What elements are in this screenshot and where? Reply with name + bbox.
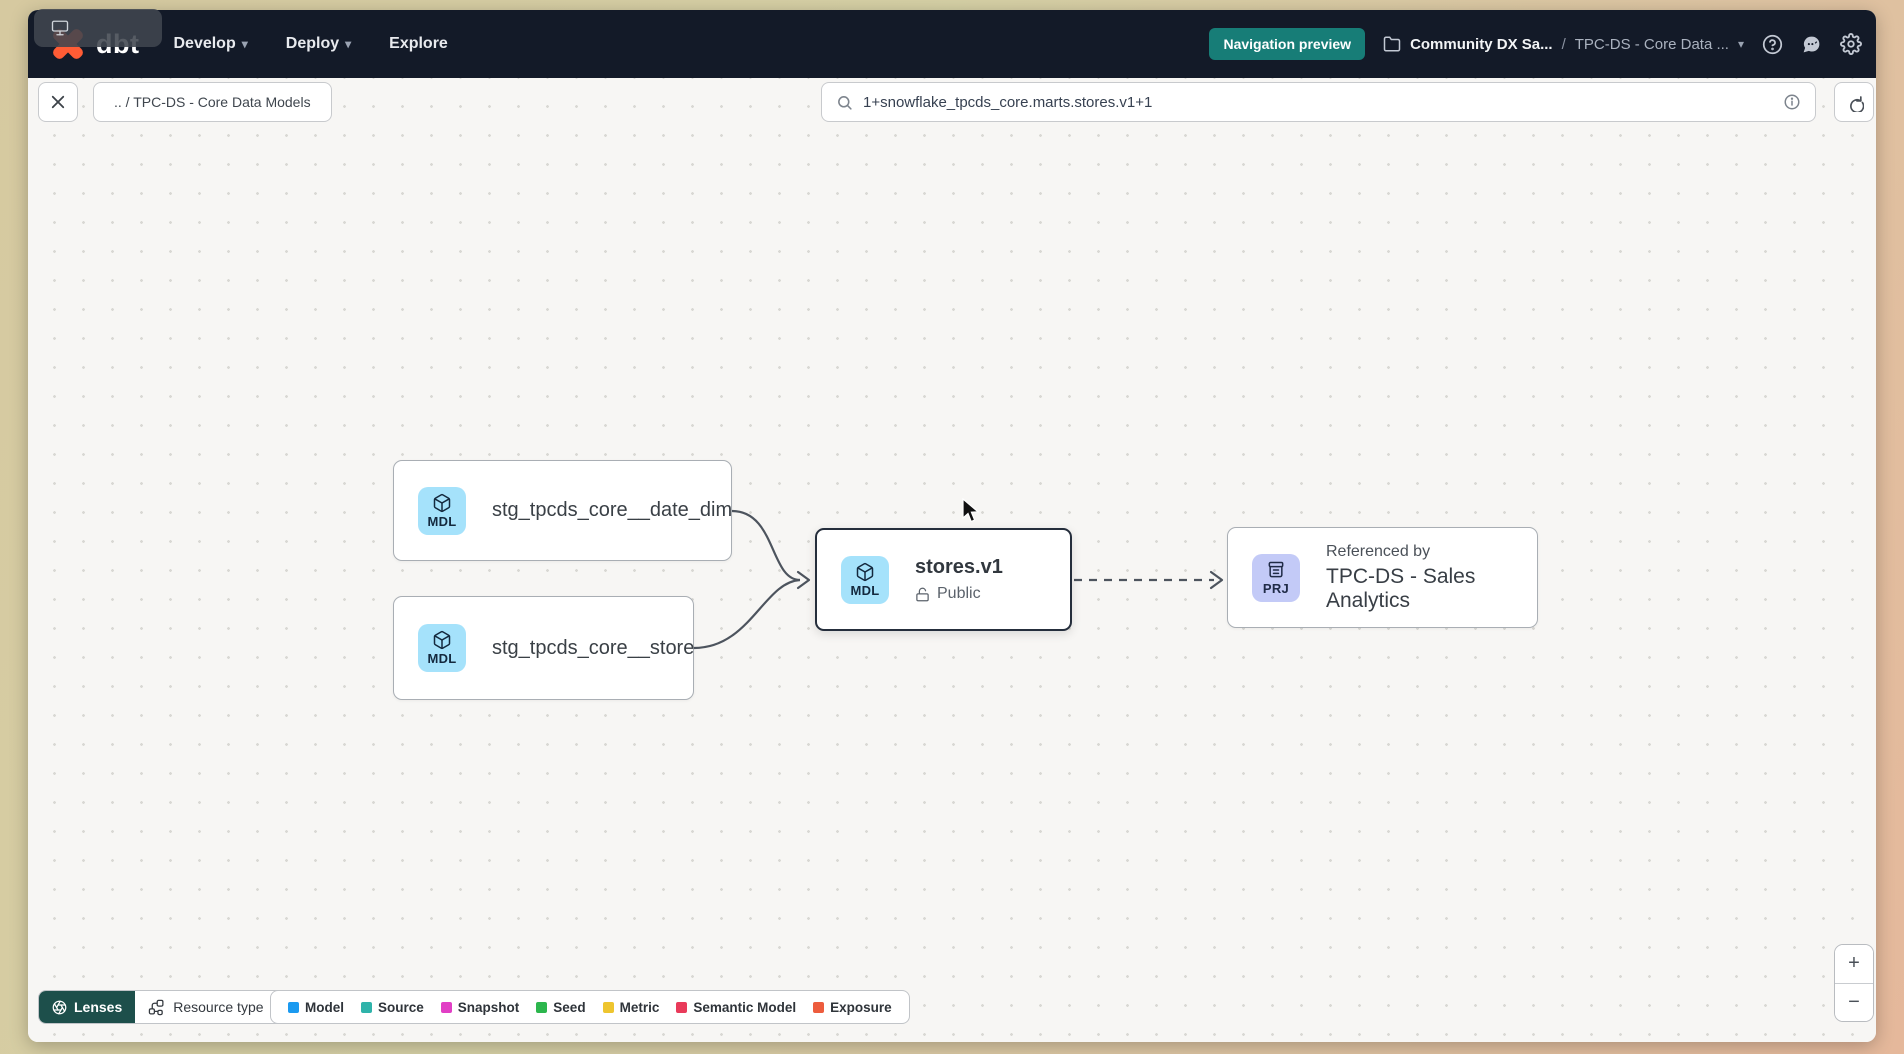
- screen-share-indicator: [34, 9, 162, 47]
- node-stg-tpcds-core-date-dim[interactable]: MDL stg_tpcds_core__date_dim: [393, 460, 732, 561]
- legend-seed: Seed: [536, 1000, 585, 1015]
- legend-swatch: [536, 1002, 547, 1013]
- legend-semantic-model: Semantic Model: [676, 1000, 796, 1015]
- node-label: stores.v1: [915, 556, 1003, 579]
- project-badge: PRJ: [1252, 554, 1300, 602]
- legend-exposure: Exposure: [813, 1000, 892, 1015]
- node-stores-v1[interactable]: MDL stores.v1 Public: [815, 528, 1072, 631]
- legend-swatch: [361, 1002, 372, 1013]
- close-icon: [49, 93, 67, 111]
- archive-icon: [1266, 560, 1286, 580]
- model-badge: MDL: [841, 556, 889, 604]
- lenses-control-group: Lenses Resource type ▾: [38, 990, 292, 1024]
- legend-swatch: [676, 1002, 687, 1013]
- menu-deploy[interactable]: Deploy ▾: [286, 35, 351, 53]
- legend-swatch: [603, 1002, 614, 1013]
- node-stg-tpcds-core-store[interactable]: MDL stg_tpcds_core__store: [393, 596, 694, 700]
- zoom-in-button[interactable]: +: [1835, 945, 1873, 983]
- lineage-search: [821, 82, 1816, 122]
- account-name: Community DX Sa...: [1410, 36, 1553, 53]
- resource-type-button[interactable]: Resource type ▾: [135, 991, 290, 1023]
- node-label: stg_tpcds_core__store: [492, 637, 694, 660]
- legend-swatch: [441, 1002, 452, 1013]
- refresh-icon: [1845, 93, 1864, 112]
- monitor-icon: [50, 19, 70, 37]
- search-input[interactable]: [863, 94, 1773, 111]
- legend-model: Model: [288, 1000, 344, 1015]
- project-name: TPC-DS - Core Data ...: [1575, 36, 1729, 53]
- app-window: dbt Develop ▾ Deploy ▾ Explore Navigatio…: [28, 10, 1876, 1042]
- lenses-button[interactable]: Lenses: [39, 991, 135, 1023]
- navbar-right: Navigation preview Community DX Sa... / …: [1209, 28, 1862, 60]
- breadcrumb-separator: /: [1562, 36, 1566, 53]
- project-node-label: TPC-DS - Sales Analytics: [1326, 565, 1513, 613]
- resource-graph-icon: [148, 999, 165, 1016]
- menu-explore[interactable]: Explore: [389, 35, 448, 53]
- cube-icon: [855, 562, 875, 582]
- chevron-down-icon: ▾: [1738, 37, 1744, 51]
- legend-snapshot: Snapshot: [441, 1000, 520, 1015]
- aperture-icon: [52, 1000, 67, 1015]
- help-icon[interactable]: [1762, 34, 1783, 55]
- cube-icon: [432, 493, 452, 513]
- menu-develop[interactable]: Develop ▾: [173, 35, 247, 53]
- legend-swatch: [288, 1002, 299, 1013]
- chevron-down-icon: ▾: [242, 37, 248, 51]
- node-referenced-project[interactable]: PRJ Referenced by TPC-DS - Sales Analyti…: [1227, 527, 1538, 628]
- account-breadcrumb[interactable]: Community DX Sa... / TPC-DS - Core Data …: [1383, 35, 1744, 53]
- access-label: Public: [937, 585, 981, 603]
- referenced-by-label: Referenced by: [1326, 543, 1513, 561]
- access-row: Public: [915, 585, 1003, 603]
- top-navbar: dbt Develop ▾ Deploy ▾ Explore Navigatio…: [28, 10, 1876, 78]
- zoom-out-button[interactable]: −: [1835, 984, 1873, 1022]
- breadcrumb-chip[interactable]: .. / TPC-DS - Core Data Models: [93, 82, 332, 122]
- unlock-icon: [915, 587, 930, 602]
- refresh-lineage-button[interactable]: [1834, 82, 1874, 122]
- gear-icon[interactable]: [1840, 33, 1862, 55]
- node-label: stg_tpcds_core__date_dim: [492, 499, 732, 522]
- resource-type-legend: Model Source Snapshot Seed Metric Semant…: [270, 990, 910, 1024]
- cube-icon: [432, 630, 452, 650]
- zoom-controls: + −: [1834, 944, 1874, 1022]
- search-icon: [836, 94, 853, 111]
- legend-source: Source: [361, 1000, 424, 1015]
- info-icon[interactable]: [1783, 93, 1801, 111]
- main-menu: Develop ▾ Deploy ▾ Explore: [173, 35, 447, 53]
- navigation-preview-button[interactable]: Navigation preview: [1209, 28, 1365, 60]
- feedback-icon[interactable]: [1801, 34, 1822, 55]
- model-badge: MDL: [418, 487, 466, 535]
- folder-icon: [1383, 35, 1401, 53]
- model-badge: MDL: [418, 624, 466, 672]
- close-lineage-button[interactable]: [38, 82, 78, 122]
- legend-metric: Metric: [603, 1000, 660, 1015]
- legend-swatch: [813, 1002, 824, 1013]
- chevron-down-icon: ▾: [345, 37, 351, 51]
